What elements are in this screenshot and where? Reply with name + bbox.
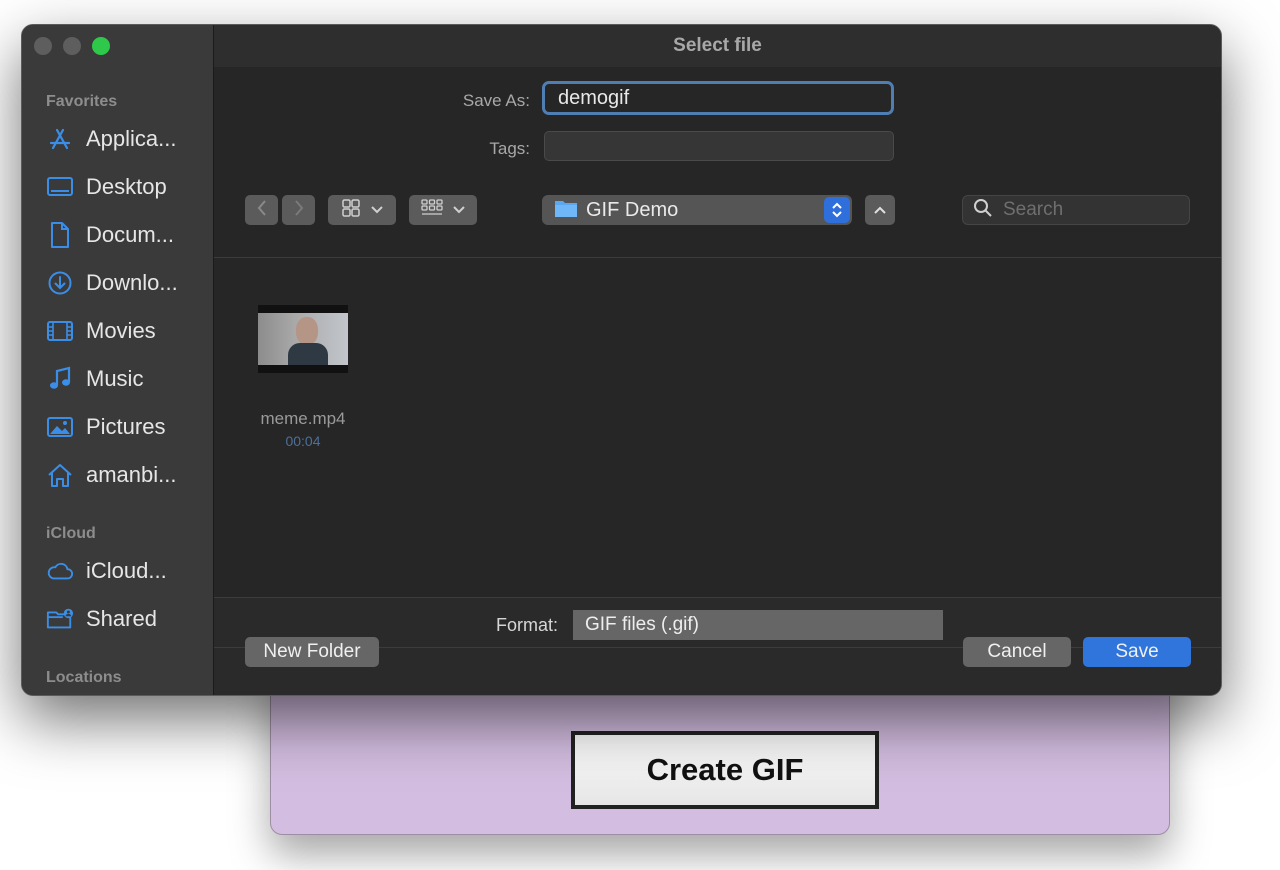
- cancel-button[interactable]: Cancel: [963, 637, 1071, 667]
- video-thumbnail: [258, 305, 348, 373]
- format-divider-top: [214, 597, 1221, 598]
- sidebar-item-pictures[interactable]: Pictures: [46, 409, 206, 445]
- document-icon: [46, 221, 74, 249]
- sidebar-item-applications[interactable]: Applica...: [46, 121, 206, 157]
- view-mode-button[interactable]: [328, 195, 396, 225]
- sidebar-item-label: Music: [86, 366, 144, 391]
- location-popup-label: GIF Demo: [586, 198, 679, 221]
- desktop-icon: [46, 173, 74, 201]
- forward-button[interactable]: [282, 195, 315, 225]
- search-icon: [973, 198, 993, 223]
- zoom-window-button[interactable]: [92, 37, 110, 55]
- search-field[interactable]: [962, 195, 1190, 225]
- file-duration: 00:04: [285, 433, 321, 449]
- home-icon: [46, 461, 74, 489]
- window-controls: [34, 37, 110, 55]
- sidebar-item-downloads[interactable]: Downlo...: [46, 265, 206, 301]
- sidebar-item-label: iCloud...: [86, 558, 167, 583]
- chevron-up-icon: [874, 201, 886, 219]
- sidebar-item-home[interactable]: amanbi...: [46, 457, 206, 493]
- sidebar-item-documents[interactable]: Docum...: [46, 217, 206, 253]
- file-item[interactable]: meme.mp4 00:04: [244, 305, 362, 449]
- sidebar-item-label: Desktop: [86, 174, 167, 199]
- pictures-icon: [46, 413, 74, 441]
- dialog-main: Save As: Tags: GIF Demo: [214, 67, 1221, 695]
- sidebar: Favorites Applica... Desktop Docum... Do…: [22, 25, 214, 695]
- download-icon: [46, 269, 74, 297]
- sidebar-item-music[interactable]: Music: [46, 361, 206, 397]
- sidebar-item-desktop[interactable]: Desktop: [46, 169, 206, 205]
- save-file-dialog: Favorites Applica... Desktop Docum... Do…: [21, 24, 1222, 696]
- sidebar-item-label: Pictures: [86, 414, 166, 439]
- sidebar-item-movies[interactable]: Movies: [46, 313, 206, 349]
- shared-folder-icon: [46, 605, 74, 633]
- sidebar-section-favorites: Favorites: [46, 93, 118, 110]
- close-window-button[interactable]: [34, 37, 52, 55]
- applications-icon: [46, 125, 74, 153]
- new-folder-button[interactable]: New Folder: [245, 637, 379, 667]
- create-gif-button[interactable]: Create GIF: [571, 731, 879, 809]
- group-by-button[interactable]: [409, 195, 477, 225]
- format-label: Format:: [496, 615, 559, 635]
- save-button[interactable]: Save: [1083, 637, 1191, 667]
- film-icon: [46, 317, 74, 345]
- cloud-icon: [46, 557, 74, 585]
- tags-input[interactable]: [544, 131, 894, 161]
- save-as-input[interactable]: [542, 81, 894, 115]
- back-button[interactable]: [245, 195, 278, 225]
- sidebar-item-label: Shared: [86, 606, 157, 631]
- chevron-down-icon: [371, 201, 383, 219]
- dialog-titlebar: Select file: [214, 25, 1221, 67]
- sidebar-item-label: Downlo...: [86, 270, 178, 295]
- format-select[interactable]: GIF files (.gif): [573, 610, 943, 640]
- toolbar-divider: [214, 257, 1221, 258]
- search-input[interactable]: [1003, 199, 1183, 221]
- file-name: meme.mp4: [260, 409, 346, 428]
- dialog-title: Select file: [673, 35, 762, 56]
- up-down-arrows-icon: [824, 197, 850, 223]
- chevron-down-icon: [453, 201, 465, 219]
- sidebar-item-label: Movies: [86, 318, 156, 343]
- group-grid-icon: [421, 198, 443, 222]
- music-icon: [46, 365, 74, 393]
- tags-label: Tags:: [489, 139, 530, 158]
- save-as-label: Save As:: [462, 91, 530, 110]
- sidebar-section-locations: Locations: [46, 669, 122, 686]
- location-popup[interactable]: GIF Demo: [542, 195, 852, 225]
- sidebar-item-label: Applica...: [86, 126, 177, 151]
- expand-collapse-button[interactable]: [865, 195, 895, 225]
- sidebar-item-label: amanbi...: [86, 462, 177, 487]
- minimize-window-button[interactable]: [63, 37, 81, 55]
- folder-icon: [554, 198, 578, 223]
- chevron-left-icon: [256, 199, 268, 222]
- grid-view-icon: [341, 198, 361, 222]
- sidebar-item-label: Docum...: [86, 222, 175, 247]
- sidebar-item-shared[interactable]: Shared: [46, 601, 206, 637]
- chevron-right-icon: [293, 199, 305, 222]
- sidebar-section-icloud: iCloud: [46, 525, 96, 542]
- sidebar-item-icloud-drive[interactable]: iCloud...: [46, 553, 206, 589]
